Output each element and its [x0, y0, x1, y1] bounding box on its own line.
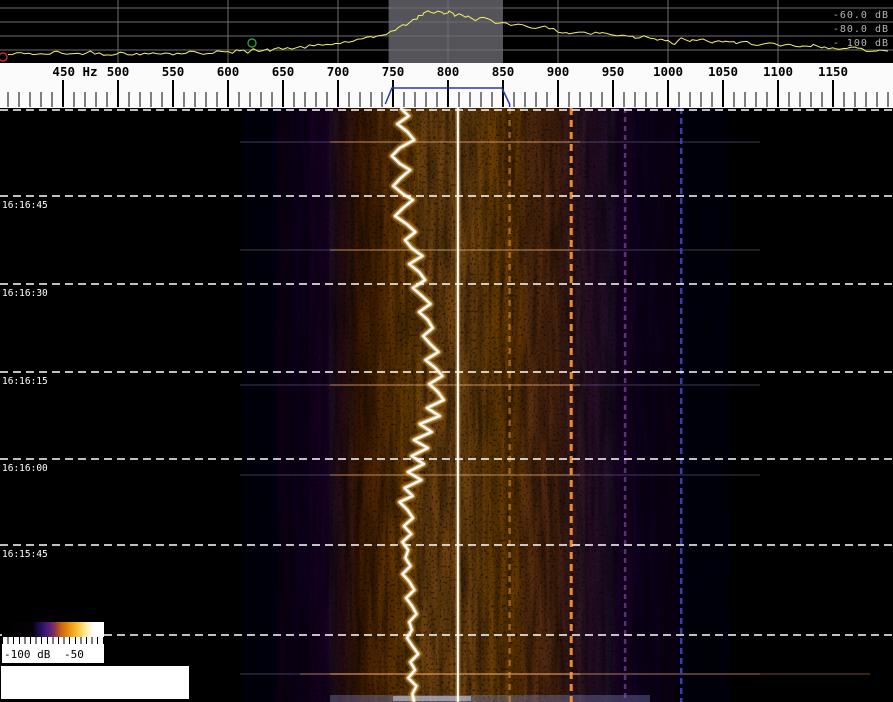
freq-tick-label: 550 — [162, 64, 185, 79]
frequency-ruler[interactable]: 450 Hz 500 550 600 650 700 750 800 850 900 950 1000… — [0, 63, 893, 108]
freq-tick-label: 1050 — [708, 64, 738, 79]
freq-tick-label: 700 — [327, 64, 350, 79]
waterfall-display[interactable]: 16:16:45 16:16:30 16:16:15 16:16:00 16:15:45… — [0, 108, 893, 702]
freq-tick-label: 900 — [547, 64, 570, 79]
freq-tick-label: 1150 — [818, 64, 848, 79]
freq-tick-label: 950 — [602, 64, 625, 79]
time-label: 16:15:45 — [2, 549, 48, 560]
freq-tick-label: 1000 — [653, 64, 683, 79]
time-label: 16:16:30 — [2, 288, 48, 299]
freq-tick-label: 500 — [107, 64, 130, 79]
freq-tick-label: 600 — [217, 64, 240, 79]
freq-tick-label: 850 — [492, 64, 515, 79]
freq-tick-label: 1100 — [763, 64, 793, 79]
spectrum-lab-window: -60.0 dB-80.0 dB- 100 dB 450 Hz 500 550 600… — [0, 0, 893, 702]
color-scale-ticks — [2, 637, 104, 647]
color-gradient-bar — [2, 622, 104, 637]
info-date-time: Date=2014-07-02 Time=14:17 — [4, 698, 189, 702]
freq-tick-label: 750 — [382, 64, 405, 79]
time-label: 16:16:00 — [2, 463, 48, 474]
color-scale-legend: -100 dB -50 — [2, 622, 104, 663]
legend-mid-label: -50 — [64, 648, 84, 661]
passband-highlight-band — [389, 0, 503, 63]
color-scale-labels: -100 dB -50 — [2, 647, 104, 663]
spectrum-panel[interactable]: -60.0 dB-80.0 dB- 100 dB — [0, 0, 893, 63]
spectrum-plot[interactable] — [0, 0, 893, 63]
time-label: 16:16:45 — [2, 200, 48, 211]
legend-min-label: -100 dB — [4, 648, 50, 661]
freq-tick-label: 650 — [272, 64, 295, 79]
frequency-scale[interactable]: 450 Hz 500 550 600 650 700 750 800 850 900 950 1000… — [0, 63, 893, 108]
freq-tick-label: 800 — [437, 64, 460, 79]
freq-tick-label: 450 Hz — [52, 64, 97, 79]
waterfall-plot[interactable]: 16:16:45 16:16:30 16:16:15 16:16:00 16:15:45 — [0, 108, 893, 702]
info-panel: Date=2014-07-02 Time=14:17 Freq= 400...1… — [1, 666, 189, 699]
time-label: 16:16:15 — [2, 376, 48, 387]
